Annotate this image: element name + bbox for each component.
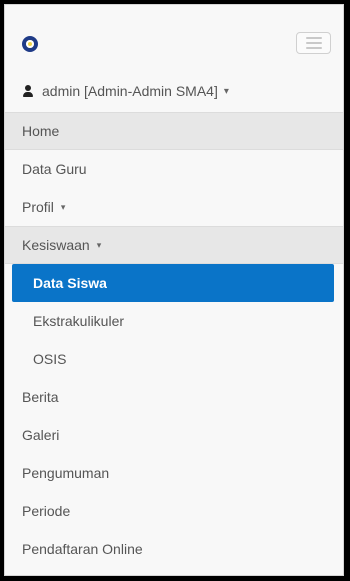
nav-osis-label: OSIS (33, 351, 67, 367)
nav-galeri-label: Galeri (22, 427, 60, 443)
nav-galeri[interactable]: Galeri (5, 416, 343, 454)
nav-kesiswaan[interactable]: Kesiswaan ▾ (5, 226, 343, 264)
user-icon (22, 85, 34, 97)
hamburger-menu-button[interactable] (296, 32, 331, 54)
nav-berita-label: Berita (22, 389, 59, 405)
nav-pengumuman-label: Pengumuman (22, 465, 110, 481)
nav-profil-label: Profil (22, 199, 54, 215)
user-menu[interactable]: admin [Admin-Admin SMA4] ▾ (22, 83, 229, 99)
nav-pendaftaran-online-label: Pendaftaran Online (22, 541, 143, 557)
school-logo-icon[interactable] (22, 36, 38, 52)
nav-home-label: Home (22, 123, 60, 139)
nav-data-guru[interactable]: Data Guru (5, 150, 343, 188)
nav-periode[interactable]: Periode (5, 492, 343, 530)
nav-ekstrakulikuler-label: Ekstrakulikuler (33, 313, 125, 329)
hamburger-line (305, 37, 322, 39)
logo-emblem (26, 40, 34, 48)
user-caret-icon: ▾ (223, 85, 229, 97)
nav-data-siswa[interactable]: Data Siswa (12, 264, 334, 302)
nav-data-guru-label: Data Guru (22, 161, 87, 177)
kesiswaan-caret-icon: ▾ (96, 239, 102, 250)
topbar: admin [Admin-Admin SMA4] ▾ (5, 5, 343, 99)
mobile-navbar-panel: admin [Admin-Admin SMA4] ▾ Home Data Gur… (4, 4, 344, 576)
user-label: admin [Admin-Admin SMA4] (42, 83, 218, 99)
nav-periode-label: Periode (22, 503, 71, 519)
nav-kesiswaan-label: Kesiswaan (22, 237, 90, 253)
nav-berita[interactable]: Berita (5, 378, 343, 416)
main-navigation: Home Data Guru Profil ▾ Kesiswaan ▾ Data… (5, 112, 343, 568)
profil-caret-icon: ▾ (60, 201, 66, 212)
nav-data-siswa-label: Data Siswa (33, 275, 107, 291)
hamburger-line (305, 42, 322, 44)
nav-home[interactable]: Home (5, 112, 343, 150)
nav-pengumuman[interactable]: Pengumuman (5, 454, 343, 492)
nav-osis[interactable]: OSIS (5, 340, 343, 378)
nav-profil[interactable]: Profil ▾ (5, 188, 343, 226)
nav-pendaftaran-online[interactable]: Pendaftaran Online (5, 530, 343, 568)
hamburger-line (305, 47, 322, 49)
nav-ekstrakulikuler[interactable]: Ekstrakulikuler (5, 302, 343, 340)
